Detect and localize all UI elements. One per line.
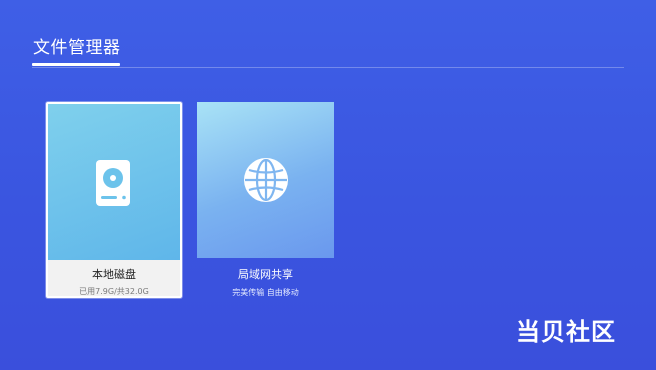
local-disk-usage: 已用7.9G/共32.0G [79,287,149,296]
local-disk-label: 本地磁盘 [92,268,136,281]
lan-share-label: 局域网共享 [238,268,293,281]
watermark-logo: 当贝社区 [516,318,616,346]
local-disk-tile-art [48,104,180,260]
lan-share-subtitle: 完美传输 自由移动 [232,288,299,297]
lan-share-tile-art [197,102,334,258]
local-disk-tile[interactable]: 本地磁盘 已用7.9G/共32.0G [46,102,182,298]
lan-share-tile[interactable]: 局域网共享 完美传输 自由移动 [197,102,334,297]
globe-icon [242,156,290,204]
hard-disk-icon [94,158,132,208]
